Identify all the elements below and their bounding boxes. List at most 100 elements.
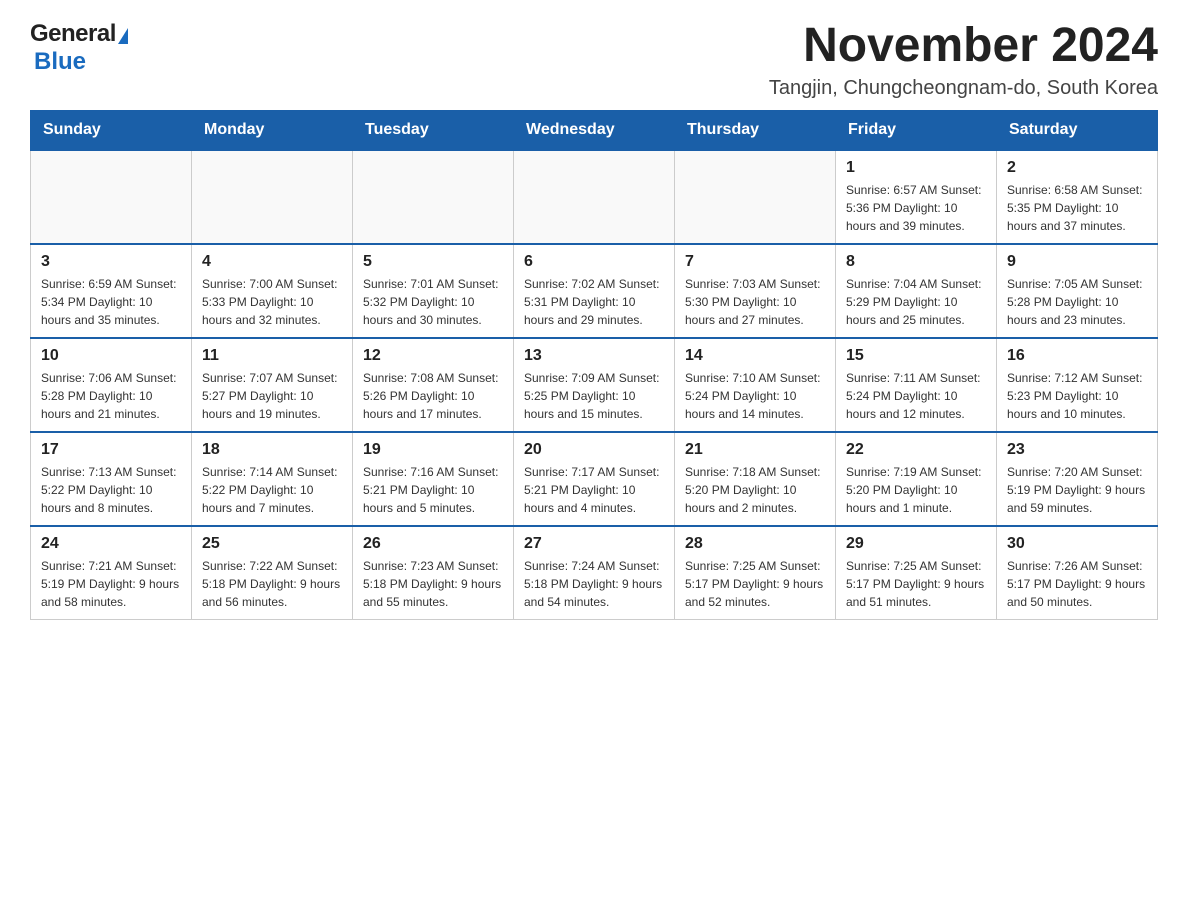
calendar-title: November 2024 (769, 20, 1158, 73)
day-info: Sunrise: 7:11 AM Sunset: 5:24 PM Dayligh… (846, 369, 986, 423)
day-info: Sunrise: 7:08 AM Sunset: 5:26 PM Dayligh… (363, 369, 503, 423)
calendar-cell: 27 Sunrise: 7:24 AM Sunset: 5:18 PM Dayli… (514, 526, 675, 620)
header-wednesday: Wednesday (514, 110, 675, 150)
day-info: Sunrise: 7:14 AM Sunset: 5:22 PM Dayligh… (202, 463, 342, 517)
week-row-3: 10 Sunrise: 7:06 AM Sunset: 5:28 PM Dayli… (31, 338, 1158, 432)
day-number: 9 (1007, 253, 1147, 271)
day-info: Sunrise: 7:23 AM Sunset: 5:18 PM Dayligh… (363, 557, 503, 611)
calendar-cell: 28 Sunrise: 7:25 AM Sunset: 5:17 PM Dayli… (675, 526, 836, 620)
calendar-cell: 5 Sunrise: 7:01 AM Sunset: 5:32 PM Daylig… (353, 244, 514, 338)
week-row-5: 24Sunrise: 7:21 AM Sunset: 5:19 PM Dayli… (31, 526, 1158, 620)
day-number: 12 (363, 347, 503, 365)
day-number: 26 (363, 535, 503, 553)
logo: General Blue (30, 20, 128, 76)
calendar-cell: 25 Sunrise: 7:22 AM Sunset: 5:18 PM Dayli… (192, 526, 353, 620)
day-number: 20 (524, 441, 664, 459)
day-number: 7 (685, 253, 825, 271)
logo-general-text: General (30, 20, 116, 48)
week-row-2: 3Sunrise: 6:59 AM Sunset: 5:34 PM Daylig… (31, 244, 1158, 338)
day-number: 4 (202, 253, 342, 271)
calendar-cell: 11 Sunrise: 7:07 AM Sunset: 5:27 PM Dayli… (192, 338, 353, 432)
calendar-cell: 21 Sunrise: 7:18 AM Sunset: 5:20 PM Dayli… (675, 432, 836, 526)
day-info: Sunrise: 7:04 AM Sunset: 5:29 PM Dayligh… (846, 275, 986, 329)
calendar-cell: 14 Sunrise: 7:10 AM Sunset: 5:24 PM Dayli… (675, 338, 836, 432)
header-tuesday: Tuesday (353, 110, 514, 150)
day-number: 13 (524, 347, 664, 365)
day-number: 25 (202, 535, 342, 553)
calendar-cell: 26 Sunrise: 7:23 AM Sunset: 5:18 PM Dayli… (353, 526, 514, 620)
day-info: Sunrise: 7:06 AM Sunset: 5:28 PM Dayligh… (41, 369, 181, 423)
calendar-cell: 22 Sunrise: 7:19 AM Sunset: 5:20 PM Dayli… (836, 432, 997, 526)
calendar-cell: 3Sunrise: 6:59 AM Sunset: 5:34 PM Daylig… (31, 244, 192, 338)
calendar-cell: 8 Sunrise: 7:04 AM Sunset: 5:29 PM Daylig… (836, 244, 997, 338)
week-row-4: 17 Sunrise: 7:13 AM Sunset: 5:22 PM Dayli… (31, 432, 1158, 526)
header-saturday: Saturday (997, 110, 1158, 150)
day-number: 1 (846, 159, 986, 177)
day-info: Sunrise: 7:24 AM Sunset: 5:18 PM Dayligh… (524, 557, 664, 611)
day-info: Sunrise: 7:13 AM Sunset: 5:22 PM Dayligh… (41, 463, 181, 517)
day-number: 8 (846, 253, 986, 271)
logo-blue-text: Blue (34, 48, 86, 76)
day-number: 14 (685, 347, 825, 365)
day-number: 27 (524, 535, 664, 553)
day-number: 22 (846, 441, 986, 459)
calendar-cell (675, 150, 836, 244)
day-info: Sunrise: 7:25 AM Sunset: 5:17 PM Dayligh… (685, 557, 825, 611)
day-info: Sunrise: 7:18 AM Sunset: 5:20 PM Dayligh… (685, 463, 825, 517)
calendar-cell: 7 Sunrise: 7:03 AM Sunset: 5:30 PM Daylig… (675, 244, 836, 338)
day-info: Sunrise: 7:05 AM Sunset: 5:28 PM Dayligh… (1007, 275, 1147, 329)
calendar-cell: 10 Sunrise: 7:06 AM Sunset: 5:28 PM Dayli… (31, 338, 192, 432)
week-row-1: 1Sunrise: 6:57 AM Sunset: 5:36 PM Daylig… (31, 150, 1158, 244)
day-info: Sunrise: 7:12 AM Sunset: 5:23 PM Dayligh… (1007, 369, 1147, 423)
day-number: 18 (202, 441, 342, 459)
calendar-header-row: SundayMondayTuesdayWednesdayThursdayFrid… (31, 110, 1158, 150)
calendar-cell: 1Sunrise: 6:57 AM Sunset: 5:36 PM Daylig… (836, 150, 997, 244)
calendar-cell: 9 Sunrise: 7:05 AM Sunset: 5:28 PM Daylig… (997, 244, 1158, 338)
day-number: 28 (685, 535, 825, 553)
day-info: Sunrise: 6:58 AM Sunset: 5:35 PM Dayligh… (1007, 181, 1147, 235)
header-thursday: Thursday (675, 110, 836, 150)
day-info: Sunrise: 7:19 AM Sunset: 5:20 PM Dayligh… (846, 463, 986, 517)
day-number: 10 (41, 347, 181, 365)
day-info: Sunrise: 7:00 AM Sunset: 5:33 PM Dayligh… (202, 275, 342, 329)
day-number: 29 (846, 535, 986, 553)
day-info: Sunrise: 7:22 AM Sunset: 5:18 PM Dayligh… (202, 557, 342, 611)
day-info: Sunrise: 7:26 AM Sunset: 5:17 PM Dayligh… (1007, 557, 1147, 611)
calendar-cell: 17 Sunrise: 7:13 AM Sunset: 5:22 PM Dayli… (31, 432, 192, 526)
calendar-cell: 29 Sunrise: 7:25 AM Sunset: 5:17 PM Dayli… (836, 526, 997, 620)
day-number: 23 (1007, 441, 1147, 459)
day-info: Sunrise: 7:09 AM Sunset: 5:25 PM Dayligh… (524, 369, 664, 423)
day-info: Sunrise: 7:01 AM Sunset: 5:32 PM Dayligh… (363, 275, 503, 329)
calendar-subtitle: Tangjin, Chungcheongnam-do, South Korea (769, 77, 1158, 100)
calendar-cell: 6Sunrise: 7:02 AM Sunset: 5:31 PM Daylig… (514, 244, 675, 338)
day-number: 17 (41, 441, 181, 459)
day-info: Sunrise: 7:07 AM Sunset: 5:27 PM Dayligh… (202, 369, 342, 423)
header-friday: Friday (836, 110, 997, 150)
day-number: 3 (41, 253, 181, 271)
day-info: Sunrise: 7:03 AM Sunset: 5:30 PM Dayligh… (685, 275, 825, 329)
calendar-cell: 30 Sunrise: 7:26 AM Sunset: 5:17 PM Dayli… (997, 526, 1158, 620)
day-number: 30 (1007, 535, 1147, 553)
logo-triangle-icon (118, 28, 128, 44)
header-sunday: Sunday (31, 110, 192, 150)
day-number: 19 (363, 441, 503, 459)
day-number: 15 (846, 347, 986, 365)
page-header: General Blue November 2024 Tangjin, Chun… (30, 20, 1158, 100)
calendar-cell: 15 Sunrise: 7:11 AM Sunset: 5:24 PM Dayli… (836, 338, 997, 432)
header-monday: Monday (192, 110, 353, 150)
calendar-cell: 19 Sunrise: 7:16 AM Sunset: 5:21 PM Dayli… (353, 432, 514, 526)
calendar-cell: 23 Sunrise: 7:20 AM Sunset: 5:19 PM Dayli… (997, 432, 1158, 526)
day-info: Sunrise: 7:16 AM Sunset: 5:21 PM Dayligh… (363, 463, 503, 517)
day-info: Sunrise: 7:10 AM Sunset: 5:24 PM Dayligh… (685, 369, 825, 423)
day-number: 21 (685, 441, 825, 459)
day-number: 5 (363, 253, 503, 271)
day-info: Sunrise: 7:20 AM Sunset: 5:19 PM Dayligh… (1007, 463, 1147, 517)
calendar-cell (514, 150, 675, 244)
title-block: November 2024 Tangjin, Chungcheongnam-do… (769, 20, 1158, 100)
calendar-cell: 12 Sunrise: 7:08 AM Sunset: 5:26 PM Dayli… (353, 338, 514, 432)
day-info: Sunrise: 7:21 AM Sunset: 5:19 PM Dayligh… (41, 557, 181, 611)
calendar-cell: 16Sunrise: 7:12 AM Sunset: 5:23 PM Dayli… (997, 338, 1158, 432)
day-info: Sunrise: 7:25 AM Sunset: 5:17 PM Dayligh… (846, 557, 986, 611)
day-number: 11 (202, 347, 342, 365)
day-info: Sunrise: 7:17 AM Sunset: 5:21 PM Dayligh… (524, 463, 664, 517)
